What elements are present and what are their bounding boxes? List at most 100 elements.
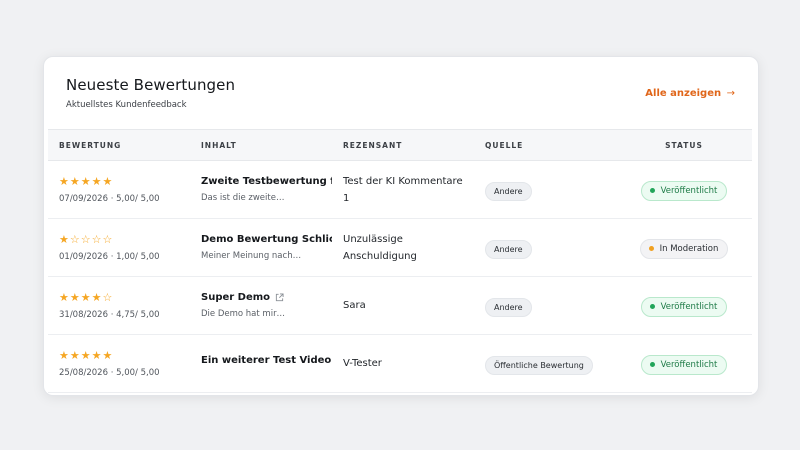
content-cell: Demo Bewertung Schlic Meiner Meinung nac…	[190, 219, 332, 277]
review-title-row[interactable]: Super Demo	[201, 292, 332, 303]
status-dot-icon	[649, 188, 655, 194]
rating-meta: 01/09/2026 · 1,00/ 5,00	[59, 251, 160, 262]
table-row[interactable]: ★★★★☆ 31/08/2026 · 4,75/ 5,00 Super Demo…	[48, 277, 752, 335]
reviewer-name: Test der KI Kommentare 1	[343, 175, 463, 204]
review-excerpt: Die Demo hat mir…	[201, 309, 286, 319]
star-filled-icon: ★	[102, 174, 114, 188]
view-all-label: Alle anzeigen	[645, 88, 722, 99]
source-pill: Andere	[485, 181, 532, 201]
source-cell: Andere	[474, 277, 616, 335]
source-pill: Öffentliche Bewertung	[485, 355, 593, 375]
column-header-content: INHALT	[201, 140, 237, 150]
source-pill: Andere	[485, 239, 532, 259]
star-outline-icon: ☆	[91, 232, 103, 246]
star-outline-icon: ☆	[102, 290, 114, 304]
table-body: ★★★★★ 07/09/2026 · 5,00/ 5,00 Zweite Tes…	[48, 161, 752, 393]
card-subtitle: Aktuellstes Kundenfeedback	[66, 100, 187, 110]
star-filled-icon: ★	[59, 348, 70, 362]
star-filled-icon: ★	[91, 174, 103, 188]
status-cell: Veröffentlicht	[616, 161, 752, 219]
table-row[interactable]: ★☆☆☆☆ 01/09/2026 · 1,00/ 5,00 Demo Bewer…	[48, 219, 752, 277]
star-filled-icon: ★	[80, 174, 92, 188]
star-filled-icon: ★	[69, 348, 81, 362]
star-rating: ★★★★☆	[59, 290, 190, 304]
star-filled-icon: ★	[80, 290, 92, 304]
reviews-card: Neueste Bewertungen Aktuellstes Kundenfe…	[43, 56, 759, 396]
review-title: Demo Bewertung Schlic	[201, 234, 332, 245]
status-label: Veröffentlicht	[660, 301, 718, 312]
content-cell: Super Demo Die Demo hat mir…	[190, 277, 332, 335]
star-rating: ★★★★★	[59, 174, 190, 188]
table-header-row: BEWERTUNG INHALT REZENSANT QUELLE STATUS	[48, 129, 752, 161]
star-filled-icon: ★	[69, 174, 81, 188]
source-cell: Andere	[474, 219, 616, 277]
rating-cell: ★☆☆☆☆ 01/09/2026 · 1,00/ 5,00	[48, 219, 190, 277]
reviewer-cell: Unzulässige Anschuldigung	[332, 219, 474, 277]
table-row[interactable]: ★★★★★ 25/08/2026 · 5,00/ 5,00 Ein weiter…	[48, 335, 752, 393]
star-filled-icon: ★	[59, 232, 70, 246]
star-filled-icon: ★	[91, 290, 103, 304]
review-title-row[interactable]: Ein weiterer Test Video	[201, 355, 332, 366]
reviewer-cell: V-Tester	[332, 335, 474, 393]
status-badge: Veröffentlicht	[640, 180, 728, 201]
status-cell: Veröffentlicht	[616, 335, 752, 393]
star-outline-icon: ☆	[80, 232, 92, 246]
review-excerpt: Das ist die zweite…	[201, 193, 285, 203]
reviews-table: BEWERTUNG INHALT REZENSANT QUELLE STATUS…	[48, 129, 752, 393]
rating-meta: 31/08/2026 · 4,75/ 5,00	[59, 309, 160, 320]
star-rating: ★★★★★	[59, 348, 190, 362]
star-rating: ★☆☆☆☆	[59, 232, 190, 246]
column-header-rating: BEWERTUNG	[59, 140, 122, 150]
star-filled-icon: ★	[102, 348, 114, 362]
content-cell: Zweite Testbewertung f Das ist die zweit…	[190, 161, 332, 219]
reviewer-cell: Sara	[332, 277, 474, 335]
source-cell: Öffentliche Bewertung	[474, 335, 616, 393]
table-header: BEWERTUNG INHALT REZENSANT QUELLE STATUS	[48, 129, 752, 161]
reviewer-name: Unzulässige Anschuldigung	[343, 233, 417, 262]
column-header-source: QUELLE	[485, 140, 524, 150]
status-badge: Veröffentlicht	[640, 296, 728, 317]
review-title-row[interactable]: Demo Bewertung Schlic	[201, 234, 332, 245]
star-filled-icon: ★	[80, 348, 92, 362]
star-filled-icon: ★	[59, 174, 70, 188]
source-cell: Andere	[474, 161, 616, 219]
rating-meta: 25/08/2026 · 5,00/ 5,00	[59, 367, 160, 378]
rating-cell: ★★★★☆ 31/08/2026 · 4,75/ 5,00	[48, 277, 190, 335]
status-label: Veröffentlicht	[660, 359, 718, 370]
review-title: Super Demo	[201, 292, 271, 303]
source-pill: Andere	[485, 297, 532, 317]
external-link-icon[interactable]	[275, 293, 284, 302]
star-filled-icon: ★	[91, 348, 103, 362]
review-title-row[interactable]: Zweite Testbewertung f	[201, 176, 332, 187]
reviewer-name: V-Tester	[343, 358, 382, 369]
reviewer-cell: Test der KI Kommentare 1	[332, 161, 474, 219]
star-filled-icon: ★	[69, 290, 81, 304]
status-label: Veröffentlicht	[660, 185, 718, 196]
content-cell: Ein weiterer Test Video	[190, 335, 332, 393]
rating-meta: 07/09/2026 · 5,00/ 5,00	[59, 193, 160, 204]
status-cell: In Moderation	[616, 219, 752, 277]
reviews-card-inner: Neueste Bewertungen Aktuellstes Kundenfe…	[48, 61, 752, 395]
rating-cell: ★★★★★ 07/09/2026 · 5,00/ 5,00	[48, 161, 190, 219]
review-excerpt: Meiner Meinung nach…	[201, 251, 302, 261]
star-outline-icon: ☆	[102, 232, 114, 246]
reviewer-name: Sara	[343, 300, 366, 311]
column-header-reviewer: REZENSANT	[343, 140, 403, 150]
status-label: In Moderation	[659, 243, 719, 254]
status-badge: Veröffentlicht	[640, 354, 728, 375]
status-dot-icon	[648, 246, 654, 252]
view-all-link[interactable]: Alle anzeigen →	[645, 88, 735, 99]
table-row[interactable]: ★★★★★ 07/09/2026 · 5,00/ 5,00 Zweite Tes…	[48, 161, 752, 219]
status-cell: Veröffentlicht	[616, 277, 752, 335]
rating-cell: ★★★★★ 25/08/2026 · 5,00/ 5,00	[48, 335, 190, 393]
card-header: Neueste Bewertungen Aktuellstes Kundenfe…	[48, 61, 752, 129]
star-outline-icon: ☆	[69, 232, 81, 246]
arrow-right-icon: →	[726, 88, 735, 99]
review-title: Zweite Testbewertung f	[201, 176, 332, 187]
card-title: Neueste Bewertungen	[66, 76, 236, 94]
column-header-status: STATUS	[665, 140, 703, 150]
status-dot-icon	[649, 362, 655, 368]
status-dot-icon	[649, 304, 655, 310]
star-filled-icon: ★	[59, 290, 70, 304]
status-badge: In Moderation	[639, 238, 729, 259]
